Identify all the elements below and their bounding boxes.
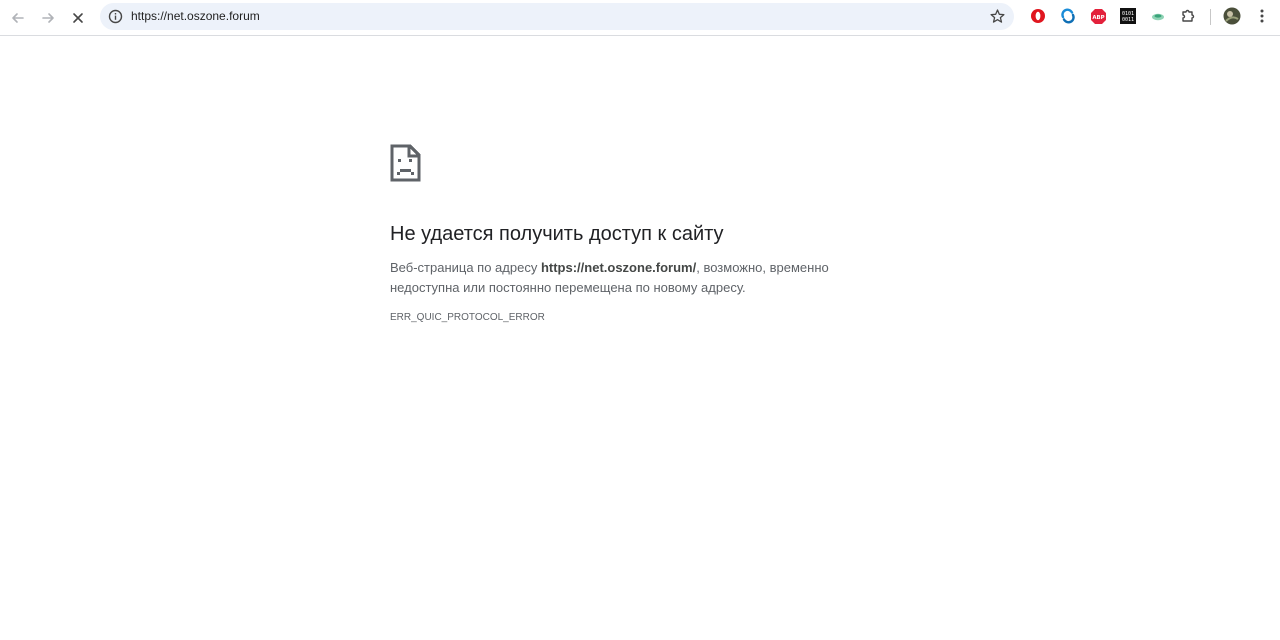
avatar bbox=[1223, 7, 1241, 25]
info-icon[interactable] bbox=[108, 9, 123, 24]
puzzle-piece-icon bbox=[1182, 9, 1195, 22]
forward-button[interactable] bbox=[34, 4, 62, 32]
bookmark-star-icon[interactable] bbox=[989, 8, 1006, 25]
profile-button[interactable] bbox=[1223, 7, 1241, 25]
binary-code-icon: 0101 0011 bbox=[1120, 8, 1136, 24]
address-bar[interactable]: https://net.oszone.forum bbox=[100, 3, 1014, 30]
adblock-plus-icon: ABP bbox=[1090, 8, 1106, 24]
error-description: Веб-страница по адресу https://net.oszon… bbox=[390, 258, 890, 298]
error-url: https://net.oszone.forum/ bbox=[540, 260, 697, 275]
browser-toolbar: https://net.oszone.forum ABP 0101 0011 bbox=[0, 0, 1280, 36]
browser-menu-button[interactable] bbox=[1253, 7, 1271, 25]
sync-extension[interactable] bbox=[1059, 7, 1077, 25]
adblock-plus-extension[interactable]: ABP bbox=[1089, 7, 1107, 25]
binary-extension[interactable]: 0101 0011 bbox=[1119, 7, 1137, 25]
error-title: Не удается получить доступ к сайту bbox=[390, 223, 724, 245]
arrow-right-icon bbox=[42, 13, 54, 23]
sync-icon bbox=[1061, 8, 1075, 24]
error-description-prefix: Веб-страница по адресу bbox=[390, 260, 541, 275]
extensions-menu-button[interactable] bbox=[1179, 7, 1197, 25]
leaf-icon bbox=[1152, 13, 1164, 21]
error-code: ERR_QUIC_PROTOCOL_ERROR bbox=[390, 312, 545, 323]
address-url[interactable]: https://net.oszone.forum bbox=[131, 9, 260, 24]
toolbar-divider bbox=[1210, 9, 1211, 25]
stop-loading-button[interactable] bbox=[64, 4, 92, 32]
back-button[interactable] bbox=[4, 4, 32, 32]
opera-icon bbox=[1031, 9, 1045, 23]
sad-page-icon bbox=[390, 144, 421, 182]
leaf-extension[interactable] bbox=[1149, 7, 1167, 25]
svg-text:ABP: ABP bbox=[1092, 14, 1104, 20]
close-icon bbox=[73, 13, 83, 23]
opera-extension[interactable] bbox=[1029, 7, 1047, 25]
more-vertical-icon bbox=[1260, 9, 1264, 23]
arrow-left-icon bbox=[12, 13, 24, 23]
svg-text:0011: 0011 bbox=[1122, 17, 1134, 23]
